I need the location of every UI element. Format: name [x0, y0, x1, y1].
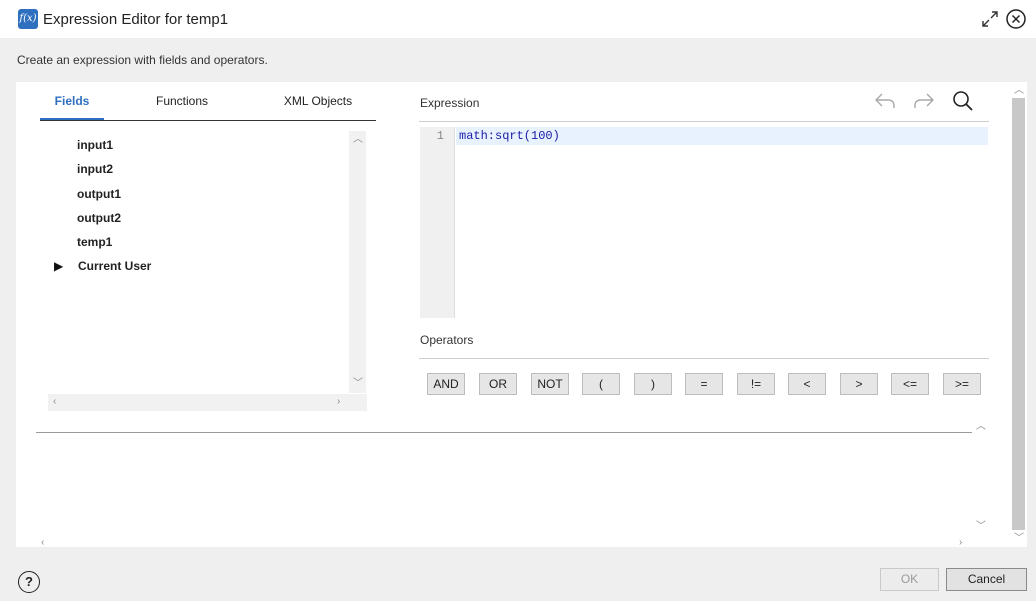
fields-list: input1 input2 output1 output2 temp1 ▶ Cu… [48, 131, 367, 411]
scroll-left-icon[interactable]: ‹ [41, 538, 44, 548]
line-number: 1 [436, 129, 444, 143]
message-vertical-scrollbar[interactable]: ︿ ﹀ [972, 418, 989, 538]
line-number-gutter [420, 127, 455, 318]
operator-greater-than-button[interactable]: > [840, 373, 878, 395]
scroll-down-icon[interactable]: ﹀ [353, 379, 363, 389]
triangle-right-icon[interactable]: ▶ [54, 259, 63, 273]
list-item[interactable]: output1 [77, 187, 121, 201]
redo-button[interactable] [912, 89, 936, 113]
scroll-up-icon[interactable]: ︿ [1014, 86, 1024, 96]
fields-horizontal-scrollbar[interactable]: ‹ › [48, 394, 367, 411]
divider [36, 432, 972, 433]
expand-icon [982, 11, 998, 27]
message-horizontal-scrollbar[interactable]: ‹ › [36, 538, 972, 548]
operator-less-than-button[interactable]: < [788, 373, 826, 395]
search-icon [953, 91, 973, 111]
list-item[interactable]: temp1 [77, 235, 112, 249]
divider [419, 358, 989, 359]
operator-not-equals-button[interactable]: != [737, 373, 775, 395]
redo-icon [914, 93, 934, 108]
scroll-left-icon[interactable]: ‹ [53, 397, 56, 407]
scroll-up-icon[interactable]: ︿ [976, 422, 986, 432]
source-tabs: Fields Functions XML Objects [40, 92, 376, 121]
operators-label: Operators [420, 333, 474, 347]
operator-greater-equal-button[interactable]: >= [943, 373, 981, 395]
cancel-button[interactable]: Cancel [946, 568, 1027, 591]
window-title: Expression Editor for temp1 [43, 11, 229, 28]
tab-fields[interactable]: Fields [40, 92, 104, 120]
undo-icon [875, 93, 895, 108]
scrollbar-thumb[interactable] [1012, 98, 1025, 530]
help-button[interactable]: ? [18, 571, 40, 593]
operator-or-button[interactable]: OR [479, 373, 517, 395]
expression-label: Expression [420, 96, 480, 110]
close-circle-icon [1006, 9, 1026, 29]
function-icon: f(x) [18, 9, 38, 29]
operator-and-button[interactable]: AND [427, 373, 465, 395]
list-item[interactable]: output2 [77, 211, 121, 225]
fields-vertical-scrollbar[interactable]: ︿ ﹀ [349, 131, 366, 393]
list-item-current-user[interactable]: Current User [78, 259, 151, 273]
list-item[interactable]: input1 [77, 138, 113, 152]
scroll-down-icon[interactable]: ﹀ [1014, 534, 1024, 544]
tab-xml-objects[interactable]: XML Objects [270, 92, 366, 120]
dialog-description: Create an expression with fields and ope… [17, 53, 268, 67]
operator-not-button[interactable]: NOT [531, 373, 569, 395]
list-item[interactable]: input2 [77, 162, 113, 176]
maximize-button[interactable] [979, 8, 1001, 30]
operator-close-paren-button[interactable]: ) [634, 373, 672, 395]
close-button[interactable] [1005, 8, 1027, 30]
operator-open-paren-button[interactable]: ( [582, 373, 620, 395]
scroll-up-icon[interactable]: ︿ [353, 135, 363, 145]
scroll-right-icon[interactable]: › [959, 538, 962, 548]
operator-less-equal-button[interactable]: <= [891, 373, 929, 395]
scroll-right-icon[interactable]: › [337, 397, 340, 407]
search-button[interactable] [951, 89, 975, 113]
operator-equals-button[interactable]: = [685, 373, 723, 395]
panel-vertical-scrollbar[interactable]: ︿ ﹀ [1010, 82, 1027, 547]
divider [419, 121, 989, 122]
expression-editor-input[interactable]: math:sqrt(100) [459, 129, 560, 143]
ok-button[interactable]: OK [880, 568, 939, 591]
tab-functions[interactable]: Functions [145, 92, 219, 120]
undo-button[interactable] [873, 89, 897, 113]
scroll-down-icon[interactable]: ﹀ [976, 522, 986, 532]
